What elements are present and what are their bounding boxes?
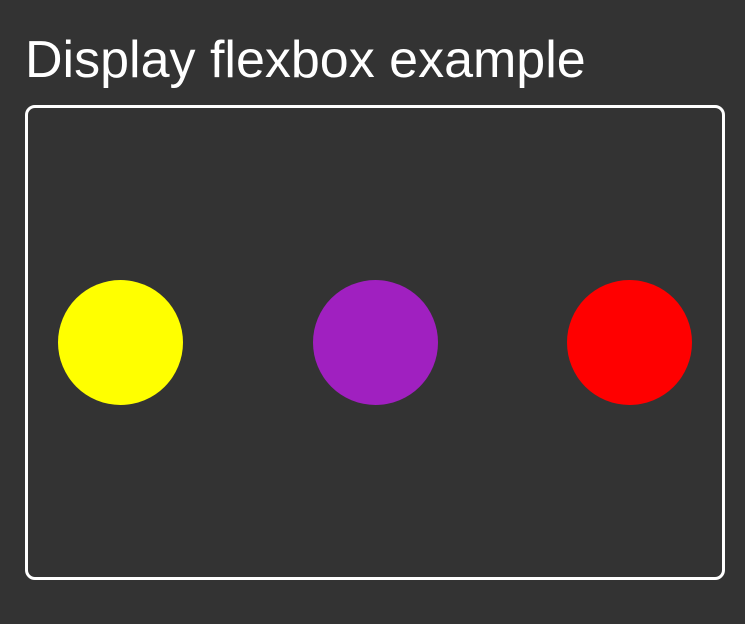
circle-purple (313, 280, 438, 405)
flexbox-container (25, 105, 725, 580)
circle-red (567, 280, 692, 405)
page-title: Display flexbox example (25, 30, 725, 90)
circle-yellow (58, 280, 183, 405)
